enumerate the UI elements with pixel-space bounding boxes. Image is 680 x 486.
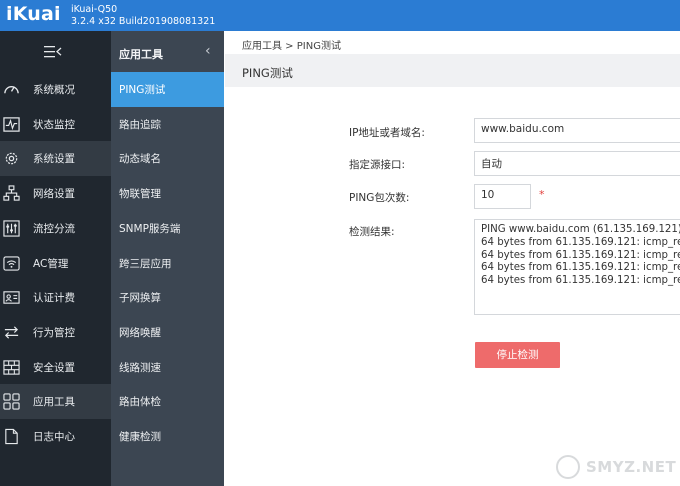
subnav-item-iot-management[interactable]: 物联管理 [111, 176, 224, 211]
subnav-item-label: 物联管理 [119, 188, 161, 201]
subnav-item-label: 线路测速 [119, 361, 161, 374]
main-sidebar: 系统概况 状态监控 系统设置 网络设置 流控分流 AC管理 认证计费 行为管控 … [0, 31, 111, 486]
subnav-item-layer3-app[interactable]: 跨三层应用 [111, 246, 224, 281]
subnav-item-label: 子网换算 [119, 292, 161, 305]
sidebar-item-label: 状态监控 [33, 118, 75, 131]
sidebar-item-monitor[interactable]: 状态监控 [0, 107, 111, 142]
sidebar-item-label: 应用工具 [33, 396, 75, 409]
required-mark: * [539, 188, 545, 201]
ping-count-label: PING包次数: [349, 192, 410, 204]
breadcrumb: 应用工具 > PING测试 [242, 41, 341, 52]
gauge-icon [4, 86, 19, 94]
sidebar-item-label: AC管理 [33, 257, 69, 270]
source-interface-label: 指定源接口: [349, 159, 406, 171]
sub-navigation: 应用工具 ‹ PING测试 路由追踪 动态域名 物联管理 SNMP服务端 跨三层… [111, 31, 224, 486]
source-interface-select[interactable]: 自动 [474, 151, 680, 176]
sidebar-item-authentication[interactable]: 认证计费 [0, 280, 111, 315]
sidebar-item-label: 安全设置 [33, 361, 75, 374]
pulse-monitor-icon [3, 116, 20, 132]
sidebar-item-label: 行为管控 [33, 326, 75, 339]
subnav-item-ping-test[interactable]: PING测试 [111, 72, 224, 107]
subnav-item-route-trace[interactable]: 路由追踪 [111, 107, 224, 142]
apps-grid-icon [3, 393, 20, 410]
ip-address-label: IP地址或者域名: [349, 127, 425, 139]
top-bar: iKuai iKuai-Q50 3.2.4 x32 Build201908081… [0, 0, 680, 31]
ikuai-logo: iKuai [6, 3, 61, 25]
firewall-icon [3, 359, 20, 375]
subnav-item-line-speed[interactable]: 线路测速 [111, 350, 224, 385]
subnav-item-dynamic-dns[interactable]: 动态域名 [111, 141, 224, 176]
page-title: PING测试 [242, 66, 293, 80]
result-line: PING www.baidu.com (61.135.169.121) 56(8… [481, 224, 680, 235]
result-label: 检测结果: [349, 226, 395, 238]
sidebar-item-app-tools[interactable]: 应用工具 [0, 384, 111, 419]
subnav-item-label: 路由体检 [119, 396, 161, 409]
subnav-item-label: 健康检测 [119, 431, 161, 443]
subnav-item-label: SNMP服务端 [119, 222, 181, 235]
id-card-icon [3, 291, 20, 304]
subnav-item-label: PING测试 [119, 84, 166, 96]
sidebar-item-network[interactable]: 网络设置 [0, 176, 111, 211]
subnav-item-snmp-server[interactable]: SNMP服务端 [111, 211, 224, 246]
subnav-item-router-checkup[interactable]: 路由体检 [111, 384, 224, 419]
sidebar-item-logs[interactable]: 日志中心 [0, 419, 111, 454]
gear-icon [5, 153, 18, 165]
subnav-item-label: 跨三层应用 [119, 257, 172, 270]
sidebar-item-flow-control[interactable]: 流控分流 [0, 211, 111, 246]
wifi-icon [3, 255, 20, 271]
sidebar-item-label: 日志中心 [33, 431, 75, 443]
swap-arrows-icon [4, 326, 19, 339]
subnav-item-label: 网络唤醒 [119, 326, 161, 339]
sidebar-item-label: 流控分流 [33, 222, 75, 235]
firmware-build: 3.2.4 x32 Build201908081321 [71, 16, 216, 27]
sliders-icon [3, 220, 20, 237]
sidebar-item-label: 认证计费 [33, 292, 75, 305]
device-model: iKuai-Q50 [71, 4, 118, 15]
sidebar-item-ac-management[interactable]: AC管理 [0, 246, 111, 281]
sidebar-item-label: 系统概况 [33, 84, 75, 96]
stop-test-button[interactable]: 停止检测 [475, 342, 560, 368]
page-header: PING测试 [225, 54, 680, 87]
result-line: 64 bytes from 61.135.169.121: icmp_req=2 [481, 249, 680, 261]
ping-result-output[interactable]: PING www.baidu.com (61.135.169.121) 56(8… [474, 219, 680, 315]
result-line: 64 bytes from 61.135.169.121: icmp_req=4 [481, 275, 680, 287]
collapse-chevron-icon[interactable]: ‹ [205, 43, 211, 59]
ip-address-input[interactable]: www.baidu.com [474, 118, 680, 143]
result-line: 64 bytes from 61.135.169.121: icmp_req=3 [481, 262, 680, 274]
network-tree-icon [3, 185, 20, 201]
sidebar-item-label: 系统设置 [33, 153, 75, 166]
subnav-item-label: 动态域名 [119, 153, 161, 166]
sidebar-item-label: 网络设置 [33, 188, 75, 201]
sidebar-item-system-settings[interactable]: 系统设置 [0, 141, 111, 177]
sidebar-toggle-button[interactable] [0, 31, 111, 72]
watermark: SMYZ.NET [556, 452, 676, 484]
sidebar-item-behavior-control[interactable]: 行为管控 [0, 315, 111, 350]
subnav-item-subnet-calc[interactable]: 子网换算 [111, 280, 224, 315]
subnav-item-wake-on-lan[interactable]: 网络唤醒 [111, 315, 224, 350]
ping-count-input[interactable]: 10 [474, 184, 531, 209]
document-icon [5, 428, 18, 445]
sidebar-item-overview[interactable]: 系统概况 [0, 72, 111, 107]
watermark-text: SMYZ.NET [586, 458, 677, 476]
subnav-item-health-check[interactable]: 健康检测 [111, 419, 224, 454]
result-line: 64 bytes from 61.135.169.121: icmp_req=1 [481, 236, 680, 248]
sidebar-item-security[interactable]: 安全设置 [0, 350, 111, 385]
subnav-title: 应用工具 [119, 48, 163, 61]
watermark-logo [556, 455, 580, 479]
menu-collapse-icon [44, 46, 62, 58]
subnav-item-label: 路由追踪 [119, 118, 161, 131]
